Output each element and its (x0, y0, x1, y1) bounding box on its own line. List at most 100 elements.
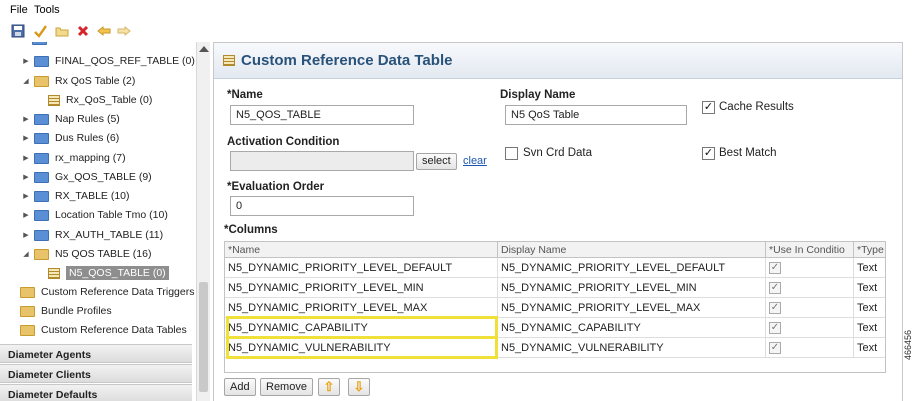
cell-use-in-conditions: ✓ (766, 318, 854, 338)
use-in-conditions-checkbox[interactable]: ✓ (769, 322, 781, 334)
chevron-down-icon[interactable]: ◢ (22, 77, 30, 85)
column-header-name[interactable]: *Name (225, 242, 498, 258)
chevron-right-icon[interactable]: ▶ (22, 115, 30, 123)
delete-icon[interactable] (75, 23, 91, 39)
name-label: *Name (227, 89, 263, 101)
columns-table-header: *Name Display Name *Use In Conditio *Typ… (225, 242, 885, 258)
tree-item[interactable]: ◢ Rx QoS Table (2) (22, 73, 135, 89)
use-in-conditions-checkbox[interactable]: ✓ (769, 302, 781, 314)
cell-name[interactable]: N5_DYNAMIC_PRIORITY_LEVEL_MIN (225, 278, 498, 298)
tree-item[interactable]: Custom Reference Data Tables (20, 322, 187, 338)
tree-item[interactable]: ▶ RX_AUTH_TABLE (11) (22, 227, 163, 243)
tree-item[interactable]: ▶ Location Table Tmo (10) (22, 207, 168, 223)
tree-item[interactable]: ▶ Nap Rules (5) (22, 111, 119, 127)
cache-results-checkbox[interactable]: ✓ (702, 101, 715, 114)
evaluation-order-field[interactable]: 0 (230, 196, 414, 216)
cache-results-label: Cache Results (719, 101, 794, 113)
tree-item[interactable]: ▶ Gx_QOS_TABLE (9) (22, 169, 151, 185)
cell-type[interactable]: Text (854, 278, 885, 298)
clear-link[interactable]: clear (463, 155, 487, 167)
cell-use-in-conditions: ✓ (766, 278, 854, 298)
section-diameter-clients[interactable]: Diameter Clients (0, 364, 192, 383)
page-title: Custom Reference Data Table (241, 52, 453, 69)
save-icon[interactable] (10, 23, 26, 39)
columns-table: *Name Display Name *Use In Conditio *Typ… (224, 241, 886, 373)
scroll-thumb[interactable] (199, 282, 208, 392)
tree-item-selected[interactable]: N5_QOS_TABLE (0) (48, 265, 169, 281)
chevron-right-icon[interactable]: ▶ (22, 192, 30, 200)
cell-use-in-conditions: ✓ (766, 338, 854, 358)
check-icon[interactable] (32, 23, 48, 39)
folder-icon (20, 324, 35, 336)
cell-display-name[interactable]: N5_DYNAMIC_CAPABILITY (498, 318, 766, 338)
tree-item[interactable]: ▶ rx_mapping (7) (22, 150, 125, 166)
table-icon (223, 55, 235, 66)
section-diameter-agents[interactable]: Diameter Agents (0, 344, 192, 363)
cell-name[interactable]: N5_DYNAMIC_PRIORITY_LEVEL_DEFAULT (225, 258, 498, 278)
best-match-label: Best Match (719, 147, 777, 159)
tree-item[interactable]: Bundle Profiles (20, 303, 112, 319)
best-match-checkbox[interactable]: ✓ (702, 147, 715, 160)
svn-crd-data-label: Svn Crd Data (523, 147, 593, 159)
tree-item[interactable]: Custom Reference Data Triggers (20, 284, 194, 300)
folder-icon (34, 190, 49, 202)
editor-header: Custom Reference Data Table (214, 43, 902, 79)
columns-label: *Columns (224, 224, 278, 236)
add-button[interactable]: Add (224, 378, 256, 396)
column-header-use-in-conditions[interactable]: *Use In Conditio (766, 242, 854, 258)
svn-crd-data-checkbox[interactable] (505, 147, 518, 160)
activation-condition-field[interactable] (230, 151, 414, 171)
move-down-icon[interactable]: ⇩ (348, 378, 370, 396)
chevron-right-icon[interactable]: ▶ (22, 211, 30, 219)
tree-item[interactable]: Rx_QoS_Table (0) (48, 92, 152, 108)
column-header-type[interactable]: *Type (854, 242, 885, 258)
chevron-right-icon[interactable]: ▶ (22, 134, 30, 142)
menu-file[interactable]: File (10, 4, 28, 16)
undo-icon[interactable] (96, 23, 112, 39)
tree-item[interactable]: ◢ N5 QOS TABLE (16) (22, 246, 151, 262)
table-row[interactable]: N5_DYNAMIC_PRIORITY_LEVEL_DEFAULT N5_DYN… (225, 258, 885, 278)
folder-icon (34, 229, 49, 241)
use-in-conditions-checkbox[interactable]: ✓ (769, 282, 781, 294)
display-name-label: Display Name (500, 89, 576, 101)
cell-display-name[interactable]: N5_DYNAMIC_VULNERABILITY (498, 338, 766, 358)
table-row[interactable]: N5_DYNAMIC_PRIORITY_LEVEL_MAX N5_DYNAMIC… (225, 298, 885, 318)
cell-display-name[interactable]: N5_DYNAMIC_PRIORITY_LEVEL_DEFAULT (498, 258, 766, 278)
folder-icon (32, 42, 47, 45)
folder-icon (34, 113, 49, 125)
cell-type[interactable]: Text (854, 338, 885, 358)
chevron-right-icon[interactable]: ▶ (22, 173, 30, 181)
chevron-right-icon[interactable]: ▶ (22, 231, 30, 239)
column-header-display-name[interactable]: Display Name (498, 242, 766, 258)
redo-icon[interactable] (116, 23, 132, 39)
tree-scrollbar[interactable] (196, 42, 210, 401)
move-up-icon[interactable]: ⇧ (318, 378, 340, 396)
section-diameter-defaults[interactable]: Diameter Defaults (0, 384, 192, 401)
cell-type[interactable]: Text (854, 258, 885, 278)
open-folder-icon (34, 75, 49, 87)
cell-display-name[interactable]: N5_DYNAMIC_PRIORITY_LEVEL_MIN (498, 278, 766, 298)
menu-tools[interactable]: Tools (34, 4, 60, 16)
use-in-conditions-checkbox[interactable]: ✓ (769, 342, 781, 354)
chevron-right-icon[interactable]: ▶ (22, 57, 30, 65)
tree-item[interactable]: ▶ RX_TABLE (10) (22, 188, 129, 204)
folder-icon[interactable] (54, 23, 70, 39)
name-field[interactable]: N5_QOS_TABLE (230, 105, 414, 125)
cell-use-in-conditions: ✓ (766, 298, 854, 318)
display-name-field[interactable]: N5 QoS Table (505, 105, 687, 125)
cell-display-name[interactable]: N5_DYNAMIC_PRIORITY_LEVEL_MAX (498, 298, 766, 318)
cell-type[interactable]: Text (854, 298, 885, 318)
folder-icon (34, 152, 49, 164)
tree-item[interactable]: ▶ Dus Rules (6) (22, 130, 119, 146)
remove-button[interactable]: Remove (260, 378, 313, 396)
select-button[interactable]: select (416, 153, 457, 170)
tree-item[interactable]: ▶ FINAL_QOS_REF_TABLE (0) (22, 53, 195, 69)
scroll-up-icon[interactable] (199, 46, 209, 52)
chevron-down-icon[interactable]: ◢ (22, 250, 30, 258)
chevron-right-icon[interactable]: ▶ (22, 154, 30, 162)
cell-name[interactable]: N5_DYNAMIC_PRIORITY_LEVEL_MAX (225, 298, 498, 318)
table-row[interactable]: N5_DYNAMIC_PRIORITY_LEVEL_MIN N5_DYNAMIC… (225, 278, 885, 298)
cell-type[interactable]: Text (854, 318, 885, 338)
folder-icon (34, 132, 49, 144)
use-in-conditions-checkbox[interactable]: ✓ (769, 262, 781, 274)
